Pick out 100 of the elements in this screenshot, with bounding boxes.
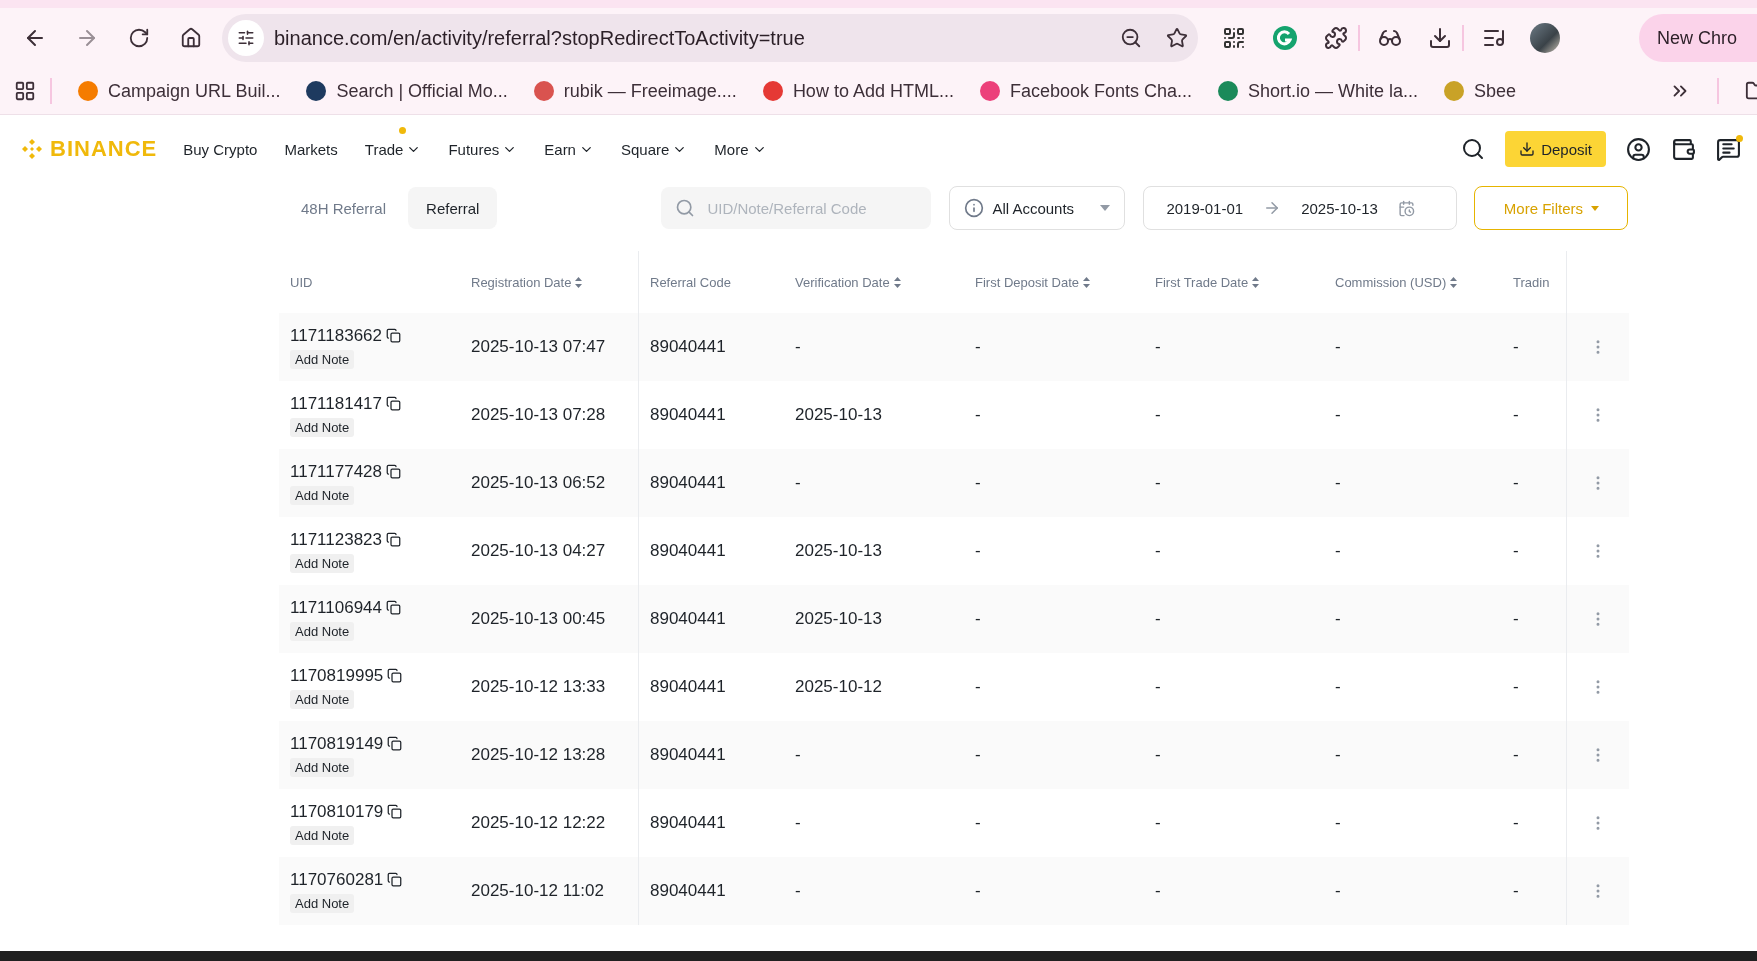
column-header[interactable]: First Deposit Date <box>964 251 1144 313</box>
table-cell-text: - <box>1512 812 1520 834</box>
download-icon[interactable] <box>1428 26 1452 50</box>
deposit-button[interactable]: Deposit <box>1505 131 1606 167</box>
table-cell-text: - <box>1512 880 1520 902</box>
zoom-out-icon[interactable] <box>1120 27 1142 49</box>
site-settings-button[interactable] <box>228 20 264 56</box>
referral-tab[interactable]: 48H Referral <box>283 187 405 229</box>
reload-icon[interactable] <box>128 27 150 49</box>
apps-icon[interactable] <box>14 80 36 102</box>
column-header: UID <box>289 273 314 292</box>
table-cell-text: - <box>1154 880 1162 902</box>
copy-icon[interactable] <box>387 668 403 683</box>
table-cell-text: - <box>1334 880 1342 902</box>
address-bar[interactable]: binance.com/en/activity/referral?stopRedirectToActivity=true <box>222 14 1198 62</box>
caret-icon <box>1591 205 1599 211</box>
column-header[interactable]: Verification Date <box>784 251 964 313</box>
uid-text: 1170760281 <box>290 869 384 890</box>
table-cell-text: - <box>1154 608 1162 630</box>
nav-link[interactable]: Earn <box>544 140 594 158</box>
start-date[interactable]: 2019-01-01 <box>1166 199 1244 217</box>
copy-icon[interactable] <box>386 396 402 411</box>
copy-icon[interactable] <box>386 600 402 615</box>
copy-icon[interactable] <box>387 804 403 819</box>
user-icon[interactable] <box>1626 136 1651 162</box>
bookmark-link[interactable]: Search | Official Mo... <box>306 80 508 102</box>
copy-icon[interactable] <box>387 736 403 751</box>
table-cell-text: - <box>974 676 982 698</box>
sort-icon[interactable] <box>1083 276 1091 288</box>
copy-icon[interactable] <box>386 464 402 479</box>
bookmark-link[interactable]: rubik — Freeimage.... <box>533 80 737 102</box>
sort-icon[interactable] <box>575 276 583 288</box>
uid-text: 1171123823 <box>290 529 383 550</box>
nav-link[interactable]: Buy Crypto <box>183 140 258 158</box>
add-note-button[interactable]: Add Note <box>290 825 355 845</box>
profile-avatar[interactable] <box>1530 23 1560 53</box>
sort-icon[interactable] <box>1450 276 1458 288</box>
add-note-button[interactable]: Add Note <box>290 621 355 641</box>
copy-icon[interactable] <box>387 872 403 887</box>
table-cell-text: 2025-10-12 12:22 <box>470 812 607 834</box>
account-select[interactable]: All Accounts <box>949 186 1126 230</box>
extensions-icon[interactable] <box>1324 26 1348 50</box>
search-icon <box>675 198 696 218</box>
extension-logo-icon[interactable] <box>1272 25 1298 51</box>
add-note-button[interactable]: Add Note <box>290 349 355 369</box>
uid-text: 1171181417 <box>290 393 383 414</box>
wallet-icon[interactable] <box>1671 136 1696 162</box>
table-cell-text: - <box>1154 404 1162 426</box>
table-cell-text: - <box>974 472 982 494</box>
bookmark-link[interactable]: Sbee <box>1444 80 1517 102</box>
home-icon[interactable] <box>180 27 202 49</box>
table-cell-text: - <box>974 812 982 834</box>
table-cell-text: - <box>1154 812 1162 834</box>
uid-text: 1170810179 <box>290 801 384 822</box>
nav-link[interactable]: Futures <box>448 140 518 158</box>
new-chrome-button[interactable]: New Chro <box>1638 14 1757 62</box>
nav-link[interactable]: More <box>714 140 767 158</box>
bookmark-link[interactable]: How to Add HTML... <box>762 80 954 102</box>
calendar-icon[interactable] <box>1397 199 1415 217</box>
add-note-button[interactable]: Add Note <box>290 553 355 573</box>
qr-code-icon[interactable] <box>1222 26 1246 50</box>
copy-icon[interactable] <box>386 328 402 343</box>
nav-link[interactable]: Trade <box>364 140 422 158</box>
table-cell-text: 2025-10-13 <box>794 404 883 426</box>
add-note-button[interactable]: Add Note <box>290 417 355 437</box>
column-header[interactable]: First Trade Date <box>1144 251 1324 313</box>
sliders-icon[interactable] <box>237 29 255 47</box>
add-note-button[interactable]: Add Note <box>290 485 355 505</box>
table-cell-text: - <box>974 744 982 766</box>
column-header[interactable]: Registration Date <box>460 251 638 313</box>
table-cell-text: - <box>1512 472 1520 494</box>
sort-icon[interactable] <box>1252 276 1260 288</box>
table-cell-text: - <box>1334 336 1342 358</box>
search-input[interactable]: UID/Note/Referral Code <box>705 198 910 218</box>
search-field[interactable]: UID/Note/Referral Code <box>661 187 932 229</box>
nav-link[interactable]: Square <box>620 140 688 158</box>
table-cell-text: - <box>974 880 982 902</box>
table-cell-text: - <box>1334 404 1342 426</box>
uid-text: 1170819149 <box>290 733 384 754</box>
download-icon[interactable] <box>1519 141 1536 157</box>
table-cell-text: - <box>974 404 982 426</box>
bookmark-link[interactable]: Facebook Fonts Cha... <box>979 80 1193 102</box>
search-icon[interactable] <box>1461 137 1486 161</box>
end-date[interactable]: 2025-10-13 <box>1301 199 1378 217</box>
date-range-field[interactable]: 2019-01-01 2025-10-13 <box>1143 186 1458 230</box>
message-icon[interactable] <box>1716 136 1741 162</box>
table-cell-text: - <box>1512 744 1520 766</box>
column-header[interactable]: Commission (USD) <box>1324 251 1502 313</box>
copy-icon[interactable] <box>386 532 402 547</box>
referral-tab[interactable]: Referral <box>408 187 498 229</box>
table-cell-text: - <box>1512 540 1520 562</box>
add-note-button[interactable]: Add Note <box>290 893 355 913</box>
add-note-button[interactable]: Add Note <box>290 757 355 777</box>
bookmark-star-icon[interactable] <box>1166 27 1188 49</box>
add-note-button[interactable]: Add Note <box>290 689 355 709</box>
bookmark-link[interactable]: Short.io — White la... <box>1218 80 1419 102</box>
nav-link[interactable]: Markets <box>284 140 338 158</box>
bookmark-link[interactable]: Campaign URL Buil... <box>78 80 281 102</box>
sort-icon[interactable] <box>893 276 901 288</box>
table-cell: 89040441 <box>638 857 784 925</box>
